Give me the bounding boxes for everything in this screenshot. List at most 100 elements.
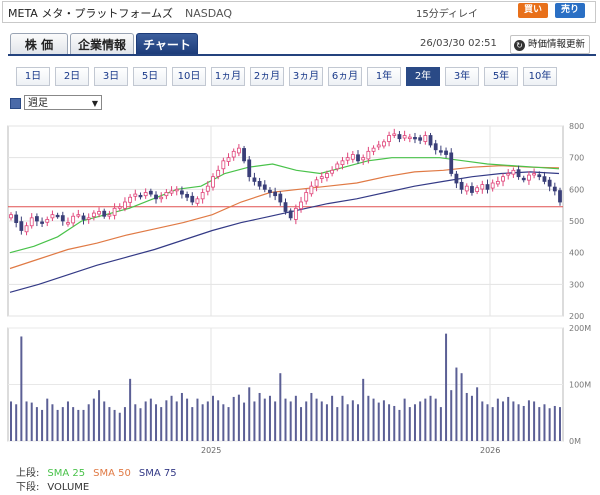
volume-bar — [118, 412, 121, 441]
period-tab-5[interactable]: 1ヵ月 — [211, 67, 245, 86]
volume-bar — [211, 395, 214, 441]
volume-bar — [155, 404, 158, 441]
candle-body — [242, 148, 246, 162]
interval-select-value: 週足 — [28, 98, 48, 109]
buy-button[interactable]: 買い — [518, 3, 548, 18]
volume-bar — [144, 401, 147, 441]
chevron-down-icon: ▼ — [91, 99, 98, 108]
stock-title: META メタ・プラットフォームズ NASDAQ — [8, 5, 232, 21]
candle-body — [143, 192, 148, 197]
candle-body — [325, 173, 329, 179]
candle-body — [433, 143, 438, 151]
candle-body — [247, 159, 252, 178]
volume-bar — [175, 401, 178, 441]
candle-body — [86, 217, 91, 220]
candle-body — [102, 210, 107, 217]
candle-body — [428, 135, 433, 146]
price-tick-label: 600 — [569, 185, 584, 194]
price-tick-label: 500 — [569, 217, 584, 226]
candle-body — [480, 184, 485, 190]
chart-settings-icon[interactable] — [10, 98, 21, 109]
volume-bar — [201, 404, 204, 441]
volume-bar — [123, 407, 126, 441]
candle-body — [185, 194, 189, 198]
volume-bar — [46, 398, 49, 441]
candle-body — [128, 196, 133, 203]
x-tick-label: 2025 — [201, 446, 221, 455]
volume-bar — [289, 401, 292, 441]
period-tab-12[interactable]: 5年 — [484, 67, 518, 86]
volume-bar — [82, 409, 85, 441]
candle-body — [76, 214, 81, 217]
volume-bar — [268, 395, 271, 441]
legend-sma75: SMA 75 — [138, 468, 177, 479]
volume-bar — [388, 404, 391, 441]
tab-stock-price[interactable]: 株 価 — [10, 33, 68, 55]
candle-body — [371, 147, 376, 152]
candle-body — [221, 160, 226, 170]
volume-bar — [439, 407, 442, 441]
volume-bar — [51, 404, 54, 441]
volume-bar — [10, 401, 12, 441]
candle-body — [423, 135, 428, 142]
candle-body — [278, 193, 283, 203]
volume-bar — [186, 398, 189, 441]
period-tab-2[interactable]: 3日 — [94, 67, 128, 86]
candle-body — [55, 214, 60, 218]
volume-bar — [403, 398, 406, 441]
candle-body — [382, 141, 386, 147]
candle-body — [123, 201, 127, 209]
period-tab-7[interactable]: 3ヵ月 — [289, 67, 323, 86]
volume-bar — [180, 392, 183, 441]
candle-body — [236, 147, 241, 154]
candle-body — [81, 215, 86, 220]
candle-body — [552, 186, 557, 192]
volume-bar — [341, 395, 344, 441]
candle-body — [252, 177, 257, 182]
candle-body — [97, 211, 101, 215]
volume-bar — [496, 398, 499, 441]
volume-bar — [507, 396, 510, 441]
candle-body — [387, 135, 391, 142]
refresh-button[interactable]: ↻ 時価情報更新 — [510, 35, 590, 54]
period-tab-10[interactable]: 2年 — [406, 67, 440, 86]
candle-body — [459, 181, 464, 190]
period-tab-11[interactable]: 3年 — [445, 67, 479, 86]
legend-lower-prefix: 下段: — [16, 482, 40, 493]
candle-body — [190, 195, 195, 203]
candle-body — [138, 194, 143, 198]
volume-bar — [129, 378, 132, 441]
interval-select[interactable]: 週足 ▼ — [24, 95, 102, 110]
period-tab-4[interactable]: 10日 — [172, 67, 206, 86]
market-label: NASDAQ — [185, 7, 233, 20]
period-tab-6[interactable]: 2ヵ月 — [250, 67, 284, 86]
candle-body — [159, 196, 164, 200]
period-tab-1[interactable]: 2日 — [55, 67, 89, 86]
volume-bar — [325, 404, 328, 441]
period-tab-3[interactable]: 5日 — [133, 67, 167, 86]
candle-body — [537, 174, 542, 178]
candle-body — [521, 177, 526, 181]
volume-bar — [15, 404, 18, 441]
period-tab-13[interactable]: 10年 — [523, 67, 557, 86]
volume-bar — [217, 400, 220, 441]
period-tab-8[interactable]: 6ヵ月 — [328, 67, 362, 86]
candle-body — [169, 190, 174, 194]
candle-body — [293, 207, 298, 220]
candle-body — [112, 207, 117, 216]
tab-chart[interactable]: チャート — [136, 33, 198, 55]
candle-body — [257, 181, 262, 187]
volume-bar — [237, 394, 240, 441]
stock-symbol: META — [8, 7, 38, 20]
sell-button[interactable]: 売り — [555, 3, 585, 18]
period-tab-9[interactable]: 1年 — [367, 67, 401, 86]
candle-body — [268, 189, 272, 193]
period-tab-0[interactable]: 1日 — [16, 67, 50, 86]
volume-bar — [222, 404, 225, 441]
volume-bar — [367, 395, 370, 441]
volume-bar — [527, 400, 530, 441]
candle-body — [407, 136, 412, 139]
candle-body — [319, 176, 324, 179]
volume-bar — [139, 408, 142, 441]
tab-company-info[interactable]: 企業情報 — [70, 33, 134, 55]
